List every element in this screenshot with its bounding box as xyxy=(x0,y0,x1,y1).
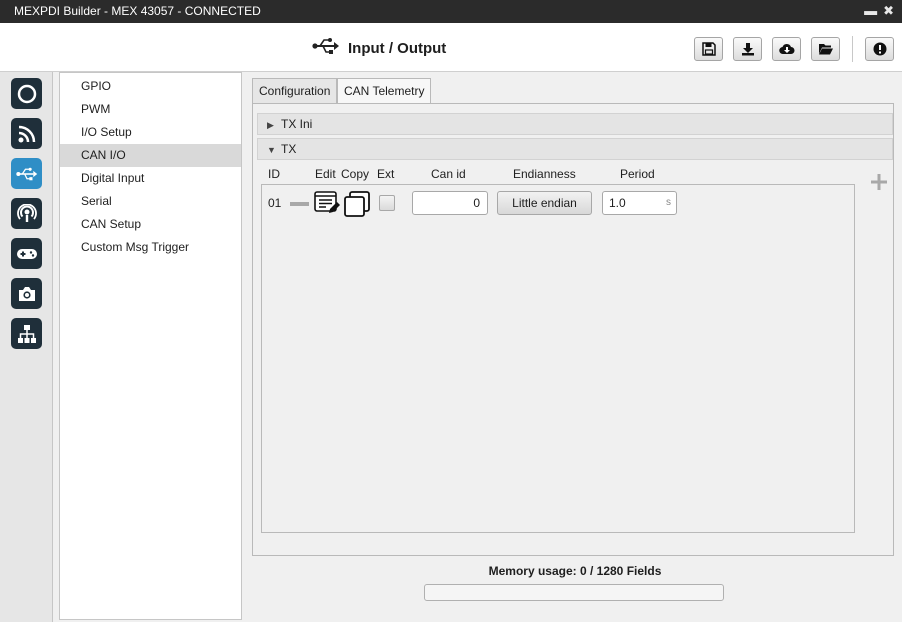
cloud-download-button[interactable] xyxy=(772,37,801,61)
save-icon xyxy=(701,42,716,56)
section-tx-ini-label: TX Ini xyxy=(281,117,313,131)
main-nav xyxy=(0,72,53,622)
window-title: MEXPDI Builder - MEX 43057 - CONNECTED xyxy=(14,4,261,18)
section-tx[interactable]: ▼ TX xyxy=(257,138,893,160)
section-tx-ini[interactable]: ▶ TX Ini xyxy=(257,113,893,135)
row-id: 01 xyxy=(268,196,282,210)
edit-button[interactable] xyxy=(314,191,340,218)
column-header-ext: Ext xyxy=(377,167,395,181)
rss-feed-icon xyxy=(18,125,35,142)
info-button[interactable] xyxy=(865,37,894,61)
ext-checkbox[interactable] xyxy=(379,195,395,211)
drag-handle-icon[interactable] xyxy=(290,202,309,206)
column-header-id: ID xyxy=(268,167,280,181)
submenu-item-serial[interactable]: Serial xyxy=(60,190,241,213)
save-button[interactable] xyxy=(694,37,723,61)
column-header-copy: Copy xyxy=(341,167,370,181)
download-icon xyxy=(741,43,754,56)
expand-arrow-icon: ▶ xyxy=(267,120,274,130)
period-input[interactable]: 1.0 s xyxy=(602,191,677,215)
window-titlebar: MEXPDI Builder - MEX 43057 - CONNECTED ▬… xyxy=(0,0,902,23)
column-header-edit: Edit xyxy=(315,167,336,181)
nav-network-button[interactable] xyxy=(11,318,42,349)
copy-button[interactable] xyxy=(344,191,370,220)
nav-input-output-button[interactable] xyxy=(11,158,42,189)
sitemap-icon xyxy=(17,324,36,343)
page-title: Input / Output xyxy=(348,39,447,57)
nav-status-button[interactable] xyxy=(11,78,42,109)
minimize-icon[interactable]: ▬ xyxy=(864,3,877,19)
podcast-icon xyxy=(16,203,37,222)
tab-configuration[interactable]: Configuration xyxy=(252,78,338,103)
add-row-button[interactable] xyxy=(871,174,887,193)
nav-camera-button[interactable] xyxy=(11,278,42,309)
nav-joystick-button[interactable] xyxy=(11,238,42,269)
collapse-arrow-icon: ▼ xyxy=(267,145,276,155)
gamepad-icon xyxy=(16,248,37,259)
tab-can-telemetry[interactable]: CAN Telemetry xyxy=(337,78,432,103)
close-icon[interactable]: ✖ xyxy=(883,3,894,19)
content-area: Configuration CAN Telemetry ▶ TX Ini ▼ TX … xyxy=(248,72,902,622)
toolbar-separator xyxy=(852,36,853,62)
submenu-item-pwm[interactable]: PWM xyxy=(60,98,241,121)
can-id-input[interactable]: 0 xyxy=(412,191,488,215)
edit-list-icon xyxy=(314,191,340,213)
submenu-item-can-setup[interactable]: CAN Setup xyxy=(60,213,241,236)
column-header-endianness: Endianness xyxy=(513,167,576,181)
usb-icon xyxy=(15,167,37,180)
submenu-item-digital-input[interactable]: Digital Input xyxy=(60,167,241,190)
usb-icon xyxy=(312,37,340,59)
tx-table: 01 0 Little endian 1.0 s xyxy=(261,184,855,533)
submenu-item-io-setup[interactable]: I/O Setup xyxy=(60,121,241,144)
submenu-item-custom-msg-trigger[interactable]: Custom Msg Trigger xyxy=(60,236,241,259)
download-button[interactable] xyxy=(733,37,762,61)
nav-communications-button[interactable] xyxy=(11,118,42,149)
nav-broadcast-button[interactable] xyxy=(11,198,42,229)
folder-open-icon xyxy=(818,44,833,55)
period-unit: s xyxy=(666,197,671,208)
open-folder-button[interactable] xyxy=(811,37,840,61)
column-header-can-id: Can id xyxy=(431,167,466,181)
memory-usage-bar xyxy=(424,584,724,601)
info-icon xyxy=(873,42,886,56)
memory-usage-label: Memory usage: 0 / 1280 Fields xyxy=(488,564,662,578)
cloud-download-icon xyxy=(778,43,794,55)
page-header: Input / Output xyxy=(0,23,902,72)
submenu-item-gpio[interactable]: GPIO xyxy=(60,75,241,98)
period-value: 1.0 xyxy=(609,196,626,210)
camera-icon xyxy=(18,286,35,301)
power-ring-icon xyxy=(17,84,36,103)
plus-icon xyxy=(871,174,887,190)
can-telemetry-panel: ▶ TX Ini ▼ TX ID Edit Copy Ext Can id Endi… xyxy=(252,103,894,556)
submenu-item-can-io[interactable]: CAN I/O xyxy=(60,144,241,167)
copy-icon xyxy=(344,191,370,217)
column-header-period: Period xyxy=(620,167,655,181)
submenu: GPIO PWM I/O Setup CAN I/O Digital Input… xyxy=(59,72,242,620)
section-tx-label: TX xyxy=(281,142,297,156)
endianness-button[interactable]: Little endian xyxy=(497,191,592,215)
